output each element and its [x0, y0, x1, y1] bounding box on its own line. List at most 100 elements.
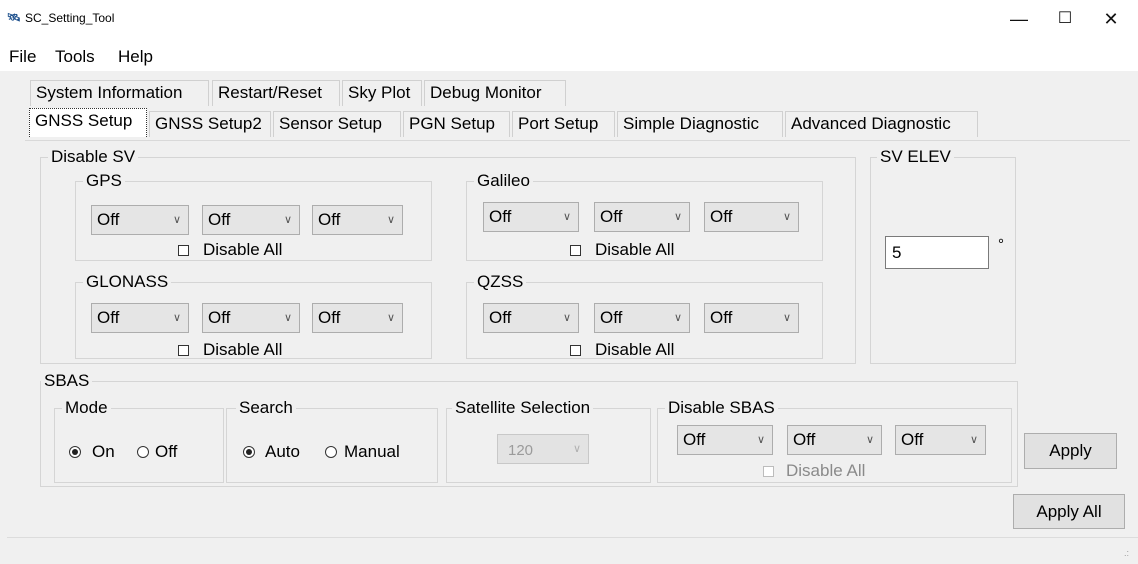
combo-value: Off [793, 430, 816, 449]
chevron-down-icon: ∨ [673, 312, 682, 324]
chevron-down-icon: ∨ [782, 312, 791, 324]
tab-port-setup[interactable]: Port Setup [512, 111, 615, 137]
chevron-down-icon: ∨ [572, 443, 581, 455]
menu-bar [0, 38, 1138, 71]
mode-group [54, 408, 224, 483]
mode-off-label: Off [155, 442, 178, 461]
chevron-down-icon: ∨ [562, 211, 571, 223]
galileo-combo-3[interactable]: Off ∨ [704, 202, 799, 232]
tab-debug-monitor[interactable]: Debug Monitor [424, 80, 566, 106]
sbas-combo-1[interactable]: Off ∨ [677, 425, 773, 455]
tab-gnss-setup[interactable]: GNSS Setup [29, 108, 147, 137]
combo-value: Off [600, 207, 623, 226]
degree-unit: ° [998, 236, 1004, 253]
combo-value: Off [208, 308, 231, 327]
sbas-title: SBAS [41, 371, 93, 391]
chevron-down-icon: ∨ [969, 434, 978, 446]
search-title: Search [236, 398, 296, 418]
chevron-down-icon: ∨ [865, 434, 874, 446]
combo-value: Off [901, 430, 924, 449]
size-grip-icon[interactable]: .: [1124, 548, 1129, 558]
gps-combo-1[interactable]: Off ∨ [91, 205, 189, 235]
tab-advanced-diagnostic[interactable]: Advanced Diagnostic [785, 111, 978, 137]
galileo-title: Galileo [474, 171, 533, 191]
chevron-down-icon: ∨ [782, 211, 791, 223]
chevron-down-icon: ∨ [386, 312, 395, 324]
gps-combo-2[interactable]: Off ∨ [202, 205, 300, 235]
galileo-combo-2[interactable]: Off ∨ [594, 202, 690, 232]
glonass-disable-all-checkbox[interactable] [178, 345, 189, 356]
search-manual-label: Manual [344, 442, 400, 461]
search-auto-radio[interactable] [243, 446, 255, 458]
qzss-disable-all-checkbox[interactable] [570, 345, 581, 356]
search-manual-radio[interactable] [325, 446, 337, 458]
chevron-down-icon: ∨ [673, 211, 682, 223]
sv-elev-title: SV ELEV [877, 147, 954, 167]
chevron-down-icon: ∨ [562, 312, 571, 324]
mode-on-radio[interactable] [69, 446, 81, 458]
qzss-combo-1[interactable]: Off ∨ [483, 303, 579, 333]
combo-value: Off [489, 207, 512, 226]
glonass-combo-1[interactable]: Off ∨ [91, 303, 189, 333]
status-bar [7, 537, 1138, 564]
menu-help[interactable]: Help [118, 46, 153, 68]
tab-restart-reset[interactable]: Restart/Reset [212, 80, 340, 106]
sbas-combo-3[interactable]: Off ∨ [895, 425, 986, 455]
combo-value: Off [318, 210, 341, 229]
combo-value: Off [97, 210, 120, 229]
qzss-combo-3[interactable]: Off ∨ [704, 303, 799, 333]
galileo-combo-1[interactable]: Off ∨ [483, 202, 579, 232]
chevron-down-icon: ∨ [386, 214, 395, 226]
combo-value: Off [710, 308, 733, 327]
glonass-title: GLONASS [83, 272, 172, 292]
chevron-down-icon: ∨ [283, 214, 292, 226]
chevron-down-icon: ∨ [283, 312, 292, 324]
galileo-disable-all-label: Disable All [595, 240, 675, 259]
tab-pgn-setup[interactable]: PGN Setup [403, 111, 510, 137]
chevron-down-icon: ∨ [172, 312, 181, 324]
search-auto-label: Auto [265, 442, 300, 461]
glonass-combo-2[interactable]: Off ∨ [202, 303, 300, 333]
tab-sky-plot[interactable]: Sky Plot [342, 80, 422, 106]
gps-combo-3[interactable]: Off ∨ [312, 205, 403, 235]
window-title: SC_Setting_Tool [25, 11, 115, 25]
close-button[interactable]: ✕ [1088, 0, 1134, 38]
menu-file[interactable]: File [9, 46, 36, 68]
apply-button[interactable]: Apply [1024, 433, 1117, 469]
satellite-selection-combo[interactable]: 120 ∨ [497, 434, 589, 464]
sbas-disable-all-checkbox[interactable] [763, 466, 774, 477]
sbas-disable-all-label: Disable All [786, 461, 866, 480]
app-icon: 🛰︎ [7, 12, 21, 24]
qzss-combo-2[interactable]: Off ∨ [594, 303, 690, 333]
mode-title: Mode [62, 398, 111, 418]
combo-value: Off [489, 308, 512, 327]
combo-value: Off [683, 430, 706, 449]
glonass-combo-3[interactable]: Off ∨ [312, 303, 403, 333]
qzss-disable-all-label: Disable All [595, 340, 675, 359]
tab-system-information[interactable]: System Information [30, 80, 209, 106]
minimize-button[interactable]: — [996, 0, 1042, 38]
sbas-combo-2[interactable]: Off ∨ [787, 425, 882, 455]
gps-title: GPS [83, 171, 125, 191]
disable-sv-title: Disable SV [48, 147, 139, 167]
combo-value: Off [97, 308, 120, 327]
disable-sbas-title: Disable SBAS [665, 398, 778, 418]
title-bar [0, 0, 1138, 38]
mode-off-radio[interactable] [137, 446, 149, 458]
tab-sensor-setup[interactable]: Sensor Setup [273, 111, 401, 137]
qzss-title: QZSS [474, 272, 527, 292]
combo-value: Off [208, 210, 231, 229]
gps-disable-all-checkbox[interactable] [178, 245, 189, 256]
sv-elev-value: 5 [892, 243, 902, 262]
mode-on-label: On [92, 442, 115, 461]
tab-simple-diagnostic[interactable]: Simple Diagnostic [617, 111, 783, 137]
menu-tools[interactable]: Tools [55, 46, 95, 68]
apply-all-button[interactable]: Apply All [1013, 494, 1125, 529]
satellite-selection-title: Satellite Selection [452, 398, 594, 418]
combo-value: Off [710, 207, 733, 226]
maximize-button[interactable]: ☐ [1042, 0, 1088, 38]
sv-elev-input[interactable]: 5 [885, 236, 989, 269]
galileo-disable-all-checkbox[interactable] [570, 245, 581, 256]
chevron-down-icon: ∨ [172, 214, 181, 226]
tab-gnss-setup2[interactable]: GNSS Setup2 [149, 111, 271, 137]
